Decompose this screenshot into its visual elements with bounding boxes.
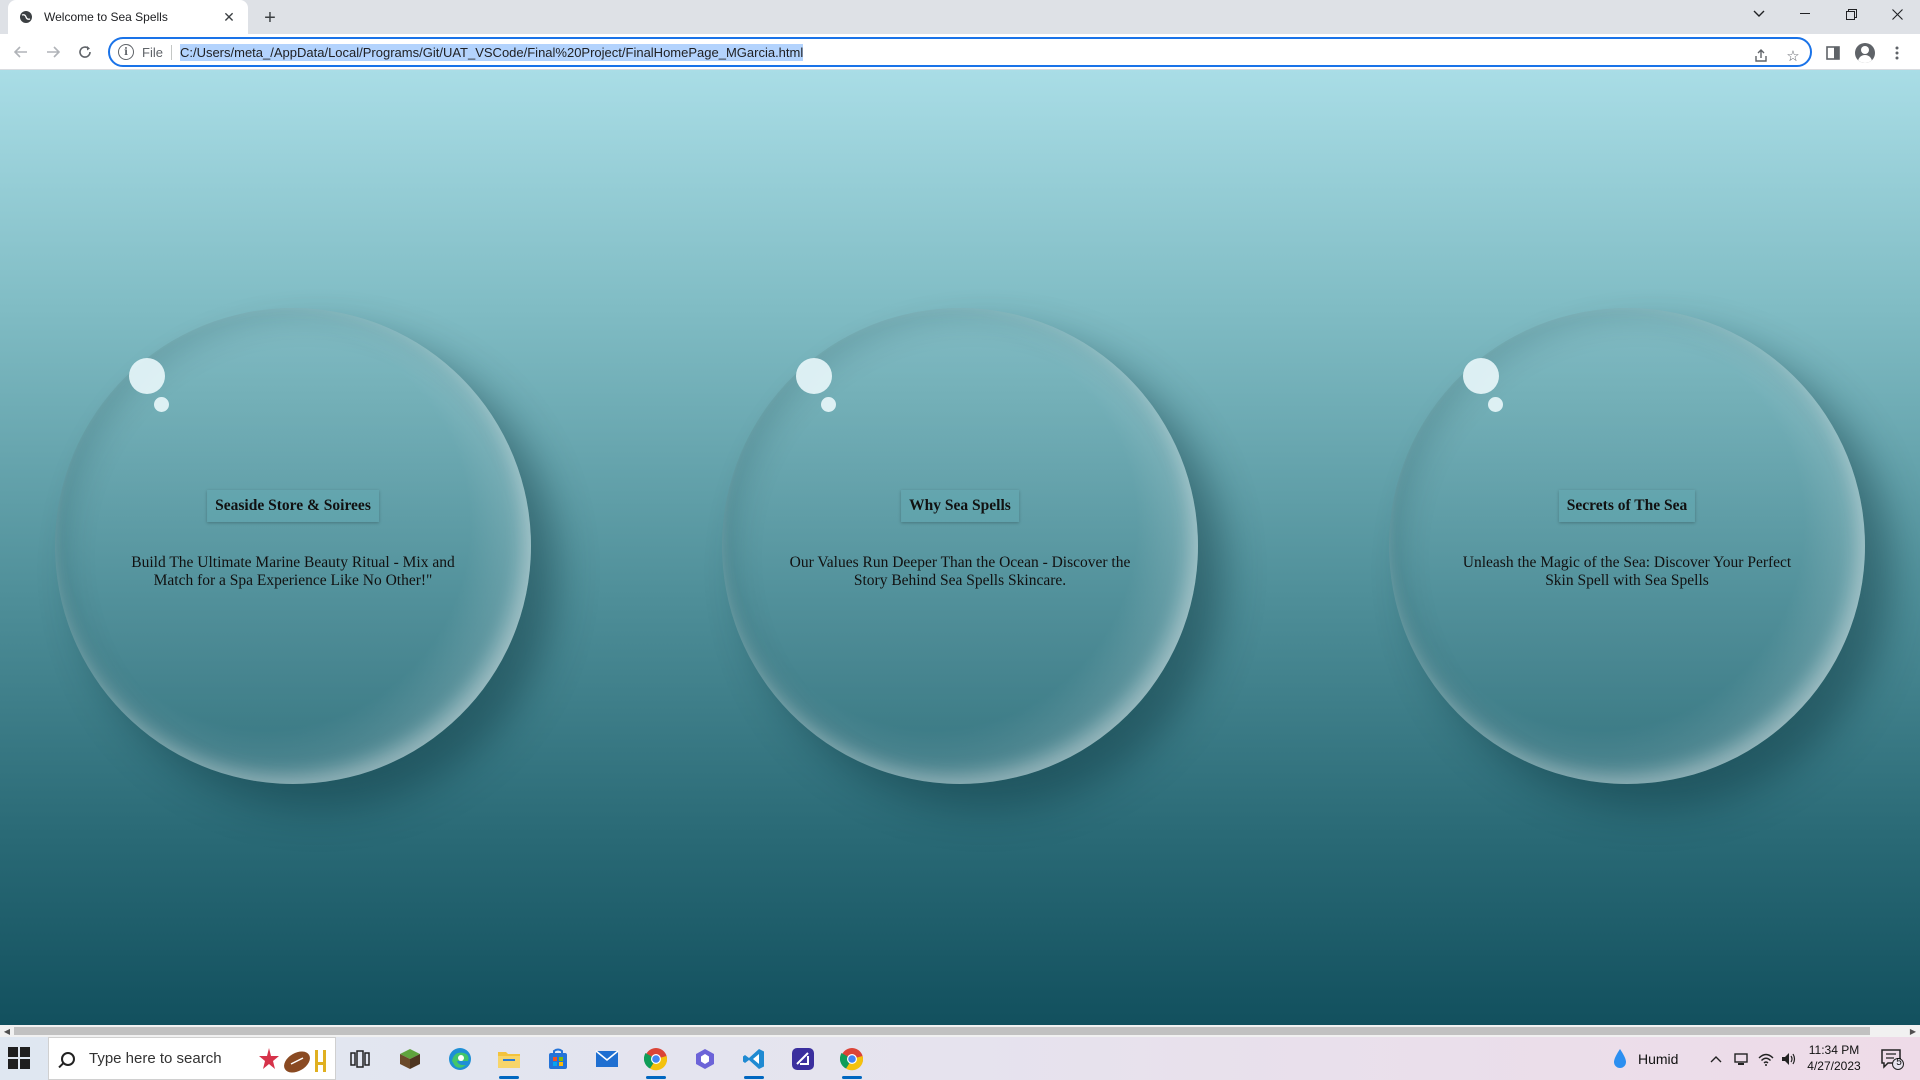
horizontal-scrollbar[interactable]: ◀ ▶ bbox=[0, 1025, 1920, 1037]
close-window-button[interactable] bbox=[1874, 0, 1920, 28]
globe-icon bbox=[18, 9, 34, 25]
bubble-heading-store[interactable]: Seaside Store & Soirees bbox=[207, 490, 379, 522]
browser-tab[interactable]: Welcome to Sea Spells ✕ bbox=[8, 0, 248, 34]
bubble-secrets[interactable] bbox=[1358, 277, 1896, 815]
reload-icon[interactable] bbox=[72, 39, 98, 65]
clock-date: 4/27/2023 bbox=[1807, 1059, 1861, 1073]
minimize-button[interactable] bbox=[1782, 0, 1828, 28]
bubble-text-why: Our Values Run Deeper Than the Ocean - D… bbox=[789, 554, 1131, 589]
notification-center-icon[interactable]: 5 bbox=[1880, 1037, 1904, 1080]
hexagon-app-icon[interactable] bbox=[690, 1044, 720, 1074]
search-placeholder: Type here to search bbox=[89, 1050, 222, 1067]
minecraft-icon[interactable] bbox=[395, 1044, 425, 1074]
windows-start-icon[interactable] bbox=[8, 1047, 30, 1069]
weather-label: Humid bbox=[1638, 1050, 1679, 1067]
bubble-highlight bbox=[796, 358, 832, 394]
search-highlight-football-icon bbox=[259, 1048, 326, 1073]
restore-button[interactable] bbox=[1828, 0, 1874, 28]
file-explorer-icon[interactable] bbox=[494, 1044, 524, 1079]
edge-browser-icon[interactable] bbox=[445, 1044, 475, 1074]
address-bar[interactable]: i File C:/Users/meta_/AppData/Local/Prog… bbox=[108, 37, 1812, 67]
tab-search-chevron-icon[interactable] bbox=[1736, 0, 1782, 28]
new-tab-button[interactable]: + bbox=[258, 6, 282, 30]
scroll-left-arrow-icon[interactable]: ◀ bbox=[0, 1025, 14, 1037]
volume-icon[interactable] bbox=[1781, 1037, 1797, 1080]
bubble-text-secrets: Unleash the Magic of the Sea: Discover Y… bbox=[1462, 554, 1792, 589]
notification-count: 5 bbox=[1896, 1057, 1902, 1068]
scheme-label: File bbox=[142, 44, 172, 60]
scrollbar-thumb[interactable] bbox=[14, 1027, 1870, 1035]
forward-arrow-icon[interactable] bbox=[40, 39, 66, 65]
browser-toolbar: i File C:/Users/meta_/AppData/Local/Prog… bbox=[0, 34, 1920, 70]
search-icon bbox=[61, 1051, 75, 1066]
share-icon[interactable] bbox=[1750, 45, 1772, 67]
purple-app-icon[interactable] bbox=[788, 1044, 818, 1074]
bubble-why[interactable] bbox=[691, 277, 1229, 815]
tray-chevron-up-icon[interactable] bbox=[1710, 1037, 1722, 1080]
mail-icon[interactable] bbox=[592, 1044, 622, 1074]
network-icon[interactable] bbox=[1758, 1037, 1774, 1080]
site-info-icon[interactable]: i bbox=[118, 44, 134, 60]
bubble-heading-secrets[interactable]: Secrets of The Sea bbox=[1558, 490, 1696, 522]
bubble-highlight-small bbox=[154, 397, 169, 412]
vscode-icon[interactable] bbox=[739, 1044, 769, 1079]
url-text[interactable]: C:/Users/meta_/AppData/Local/Programs/Gi… bbox=[179, 43, 804, 61]
bubble-heading-why[interactable]: Why Sea Spells bbox=[901, 490, 1019, 522]
side-panel-icon[interactable] bbox=[1822, 42, 1844, 64]
tab-strip: Welcome to Sea Spells ✕ + bbox=[0, 0, 1920, 34]
bubble-text-store: Build The Ultimate Marine Beauty Ritual … bbox=[131, 554, 455, 589]
water-drop-icon bbox=[1614, 1048, 1626, 1068]
bookmark-star-icon[interactable]: ☆ bbox=[1782, 45, 1804, 67]
bubble-highlight-small bbox=[1488, 397, 1503, 412]
bubble-highlight bbox=[1463, 358, 1499, 394]
weather-widget[interactable]: Humid bbox=[1612, 1037, 1678, 1080]
profile-avatar-icon[interactable] bbox=[1854, 42, 1876, 64]
chrome-active-icon[interactable] bbox=[837, 1044, 867, 1079]
bubble-store[interactable] bbox=[24, 277, 562, 815]
taskbar-search-box[interactable]: Type here to search bbox=[48, 1037, 336, 1080]
close-tab-icon[interactable]: ✕ bbox=[220, 8, 238, 26]
taskbar-clock[interactable]: 11:34 PM 4/27/2023 bbox=[1800, 1042, 1868, 1074]
microsoft-store-icon[interactable] bbox=[543, 1044, 573, 1074]
bubble-highlight-small bbox=[821, 397, 836, 412]
back-arrow-icon[interactable] bbox=[8, 39, 34, 65]
menu-kebab-icon[interactable] bbox=[1886, 42, 1908, 64]
page-viewport: Seaside Store & Soirees Build The Ultima… bbox=[0, 70, 1920, 1025]
windows-taskbar: Type here to search Humid 11:34 PM 4/27/… bbox=[0, 1037, 1920, 1080]
tab-title: Welcome to Sea Spells bbox=[44, 10, 168, 24]
camera-tray-icon[interactable] bbox=[1734, 1037, 1748, 1080]
task-view-icon[interactable] bbox=[345, 1044, 375, 1074]
chrome-icon[interactable] bbox=[641, 1044, 671, 1079]
scroll-right-arrow-icon[interactable]: ▶ bbox=[1906, 1025, 1920, 1037]
bubble-highlight bbox=[129, 358, 165, 394]
clock-time: 11:34 PM bbox=[1808, 1043, 1860, 1057]
